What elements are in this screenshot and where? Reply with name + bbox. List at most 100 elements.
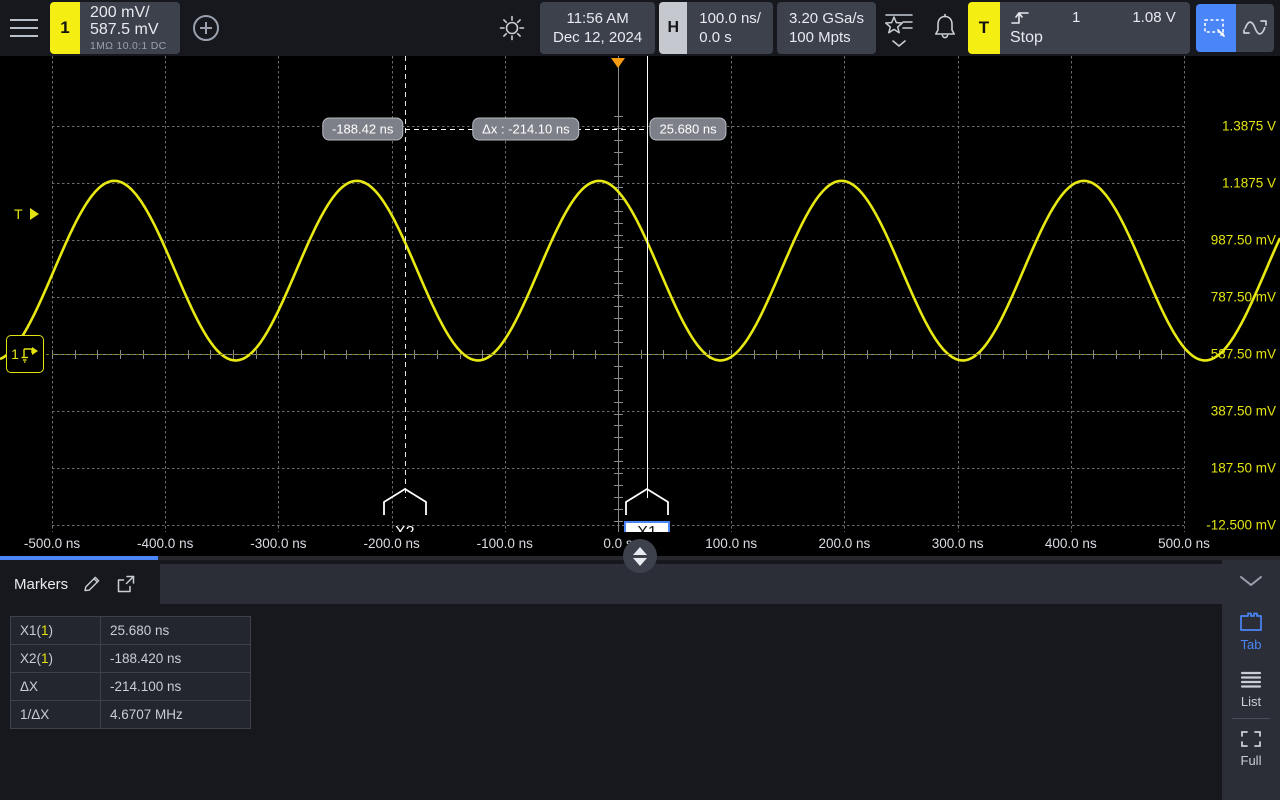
cursor-x1-label: X1 <box>624 521 671 532</box>
popout-icon[interactable] <box>116 574 136 594</box>
cursor-x1-line[interactable] <box>647 56 649 498</box>
plus-circle-icon <box>193 15 219 41</box>
trigger-badge: T <box>968 2 1000 54</box>
flag-tent-icon <box>625 488 669 515</box>
chevron-down-icon <box>892 39 906 47</box>
collapse-panel-button[interactable] <box>1222 560 1280 602</box>
trigger-position-icon[interactable] <box>611 58 625 68</box>
brightness-button[interactable] <box>484 0 540 56</box>
chevron-up-icon <box>633 546 647 555</box>
bell-icon <box>935 13 955 39</box>
chevron-down-icon <box>1240 576 1262 586</box>
rising-edge-icon <box>1011 11 1029 24</box>
cursor-x2-line[interactable] <box>404 56 406 498</box>
sidebar-item-list[interactable]: List <box>1222 660 1280 718</box>
sidebar-label-full: Full <box>1240 753 1262 768</box>
right-sidebar: Tab List Full <box>1222 560 1280 800</box>
cursor-x2-value[interactable]: -188.42 ns <box>321 117 404 141</box>
time-tick-label: -400.0 ns <box>137 536 194 551</box>
voltage-tick-label: 187.50 mV <box>1210 460 1276 476</box>
trigger-level-label: T <box>14 205 23 222</box>
marker-value: 25.680 ns <box>100 616 251 645</box>
time-tick-label: -200.0 ns <box>363 536 420 551</box>
trigger-settings[interactable]: T 1 1.08 V Stop <box>968 2 1190 54</box>
markers-panel-body: X1(1) 25.680 ns X2(1) -188.420 ns ΔX -214.100… <box>0 604 1222 800</box>
hamburger-bar <box>10 35 38 37</box>
trigger-level-indicator[interactable]: T <box>14 206 39 222</box>
sidebar-label-list: List <box>1240 694 1262 709</box>
channel-coupling: 1MΩ 10.0:1 DC <box>90 40 167 52</box>
marker-value: -214.100 ns <box>100 672 251 701</box>
marker-name: 1/ΔX <box>10 700 101 729</box>
ground-ref-icon[interactable]: 1 <box>6 335 44 373</box>
marker-name: X2(1) <box>10 644 101 673</box>
channel-1-trace <box>0 179 1280 362</box>
waveform-plot[interactable]: T 1 -188.42 ns Δx : -214.10 ns 25.680 ns <box>0 56 1280 532</box>
horizontal-settings[interactable]: H 100.0 ns/ 0.0 s <box>659 2 773 54</box>
voltage-tick-label: 987.50 mV <box>1210 232 1276 248</box>
markers-tab[interactable]: Markers <box>0 564 160 604</box>
cursor-x1-handle[interactable]: X1 <box>624 488 671 532</box>
bottom-panel: X1(1) 25.680 ns X2(1) -188.420 ns ΔX -214.100… <box>0 560 1280 800</box>
trigger-state: Stop <box>1010 28 1043 46</box>
time-tick-label: 100.0 ns <box>705 536 758 551</box>
memory-depth: 100 Mpts <box>788 29 851 46</box>
marker-value: 4.6707 MHz <box>100 700 251 729</box>
trigger-level-arrow-icon <box>29 207 39 220</box>
sidebar-item-tab[interactable]: Tab <box>1222 602 1280 660</box>
channel-number: 1 <box>50 2 80 54</box>
channel-scale: 200 mV/ <box>90 4 150 21</box>
time-tick-label: 400.0 ns <box>1044 536 1097 551</box>
time-tick-label: 500.0 ns <box>1158 536 1210 551</box>
horizontal-values: 100.0 ns/ 0.0 s <box>687 2 773 54</box>
trigger-values: 1 1.08 V Stop <box>1000 2 1190 54</box>
table-row[interactable]: ΔX -214.100 ns <box>10 672 251 701</box>
voltage-tick-label: 1.3875 V <box>1221 118 1276 134</box>
clock-date: Dec 12, 2024 <box>553 29 643 46</box>
hamburger-bar <box>10 27 38 29</box>
trigger-level: 1.08 V <box>1132 9 1176 26</box>
navigate-waveform-button[interactable] <box>1236 4 1274 52</box>
table-row[interactable]: X1(1) 25.680 ns <box>10 616 251 645</box>
channel-1-badge[interactable]: 1 200 mV/ 587.5 mV 1MΩ 10.0:1 DC <box>50 2 180 54</box>
horizontal-position: 0.0 s <box>699 29 732 46</box>
time-tick-label: -500.0 ns <box>23 536 81 551</box>
table-row[interactable]: X2(1) -188.420 ns <box>10 644 251 673</box>
notifications-button[interactable] <box>922 0 968 56</box>
ground-symbol-icon <box>21 347 38 363</box>
voltage-tick-label: -12.500 mV <box>1206 517 1276 533</box>
full-icon <box>1241 731 1261 747</box>
oscilloscope-screen: 1 200 mV/ 587.5 mV 1MΩ 10.0:1 DC 11:56 A… <box>0 0 1280 800</box>
voltage-tick-label: 387.50 mV <box>1210 403 1276 419</box>
add-channel-button[interactable] <box>180 0 232 56</box>
star-list-icon <box>884 13 913 33</box>
ground-channel-label: 1 <box>11 346 19 362</box>
time-tick-label: 300.0 ns <box>931 536 984 551</box>
favorites-button[interactable] <box>876 0 922 56</box>
cursor-x1-value[interactable]: 25.680 ns <box>649 117 727 141</box>
cursor-x2-handle[interactable]: X2 <box>382 488 428 532</box>
menu-icon[interactable] <box>0 0 48 56</box>
channel-settings: 200 mV/ 587.5 mV 1MΩ 10.0:1 DC <box>80 2 180 54</box>
marker-value: -188.420 ns <box>100 644 251 673</box>
time-tick-label: -300.0 ns <box>250 536 307 551</box>
sidebar-item-full[interactable]: Full <box>1222 719 1280 777</box>
voltage-tick-label: 587.50 mV <box>1210 346 1276 362</box>
clock-display[interactable]: 11:56 AM Dec 12, 2024 <box>540 2 656 54</box>
time-tick-label: 200.0 ns <box>818 536 871 551</box>
panel-resize-handle[interactable] <box>623 539 657 573</box>
marker-name: ΔX <box>10 672 101 701</box>
voltage-tick-label: 787.50 mV <box>1210 289 1276 305</box>
tab-icon <box>1240 612 1262 631</box>
acquisition-settings[interactable]: 3.20 GSa/s 100 Mpts <box>776 2 876 54</box>
markers-title: Markers <box>14 575 69 593</box>
sidebar-label-tab: Tab <box>1240 637 1262 652</box>
horizontal-scale: 100.0 ns/ <box>699 10 761 27</box>
wave-navigate-icon <box>1243 20 1267 35</box>
table-row[interactable]: 1/ΔX 4.6707 MHz <box>10 700 251 729</box>
cursor-delta-value[interactable]: Δx : -214.10 ns <box>472 117 580 141</box>
pencil-icon[interactable] <box>82 574 102 594</box>
channel-offset: 587.5 mV <box>90 21 159 38</box>
box-zoom-button[interactable] <box>1196 4 1236 52</box>
ground-reference-line <box>46 354 1184 355</box>
